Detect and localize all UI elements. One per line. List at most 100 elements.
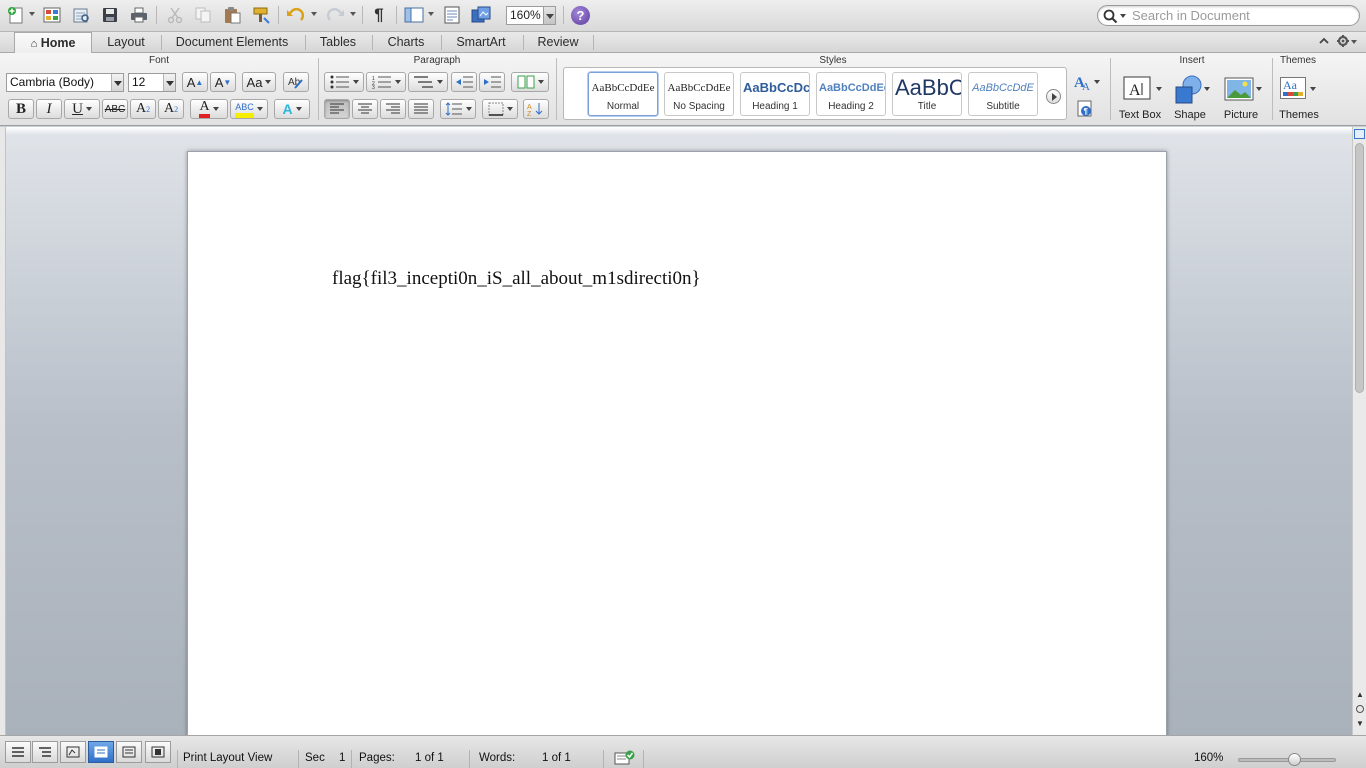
styles-pane-button[interactable]: ¶ [1074, 99, 1096, 119]
subscript-button[interactable]: A2 [158, 99, 184, 119]
decrease-indent-button[interactable] [451, 72, 477, 92]
words-value[interactable]: 1 of 1 [542, 752, 571, 764]
style-no-spacing[interactable]: AaBbCcDdEe No Spacing [664, 72, 734, 116]
styles-next-icon[interactable] [1046, 89, 1061, 104]
cut-icon[interactable] [164, 4, 186, 26]
proofing-icon[interactable] [614, 750, 636, 768]
tab-home[interactable]: ⌂ Home [14, 32, 92, 54]
templates-gallery-icon[interactable] [41, 4, 63, 26]
print-icon[interactable] [128, 4, 150, 26]
style-heading-2[interactable]: AaBbCcDdEe Heading 2 [816, 72, 886, 116]
line-spacing-button[interactable] [440, 99, 476, 119]
undo-dropdown-icon[interactable] [311, 12, 317, 16]
highlight-button[interactable]: ABC [230, 99, 268, 119]
shrink-font-button[interactable]: A ▼ [210, 72, 236, 92]
insert-text-box-button[interactable]: A Text Box [1114, 73, 1166, 123]
numbering-button[interactable]: 123 [366, 72, 406, 92]
search-input[interactable] [1132, 8, 1352, 23]
align-center-button[interactable] [352, 99, 378, 119]
format-painter-icon[interactable] [250, 4, 272, 26]
manage-styles-button[interactable]: AA [1072, 72, 1102, 92]
font-color-button[interactable]: A [190, 99, 228, 119]
publishing-view-button[interactable] [60, 741, 86, 763]
font-name-select[interactable]: Cambria (Body) [6, 73, 124, 92]
group-separator [318, 58, 319, 120]
borders-button[interactable] [482, 99, 518, 119]
sort-button[interactable]: AZ [523, 99, 549, 119]
bold-button[interactable]: B [8, 99, 34, 119]
new-document-icon[interactable] [5, 4, 27, 26]
style-subtitle[interactable]: AaBbCcDdE Subtitle [968, 72, 1038, 116]
style-normal[interactable]: AaBbCcDdEe Normal [588, 72, 658, 116]
save-icon[interactable] [99, 4, 121, 26]
bullets-dropdown-icon [352, 80, 359, 84]
view-dropdown-icon[interactable] [428, 12, 434, 16]
scrollbar-thumb[interactable] [1355, 143, 1364, 393]
zoom-select[interactable]: 160% [506, 6, 556, 25]
multilevel-list-button[interactable] [408, 72, 448, 92]
zoom-dropdown-icon[interactable] [543, 7, 555, 24]
media-browser-icon[interactable] [470, 4, 492, 26]
font-name-dropdown-icon[interactable] [111, 74, 123, 91]
style-title[interactable]: AaBbC Title [892, 72, 962, 116]
italic-button[interactable]: I [36, 99, 62, 119]
justify-button[interactable] [408, 99, 434, 119]
align-left-button[interactable] [324, 99, 350, 119]
outline-view-button[interactable] [32, 741, 58, 763]
undo-icon[interactable] [285, 4, 307, 26]
font-size-select[interactable]: 12 [128, 73, 176, 92]
underline-button[interactable]: U [64, 99, 100, 119]
view-sidebar-icon[interactable] [403, 4, 425, 26]
browse-object-icon[interactable] [1356, 705, 1364, 713]
insert-shape-button[interactable]: Shape [1166, 73, 1214, 123]
redo-dropdown-icon[interactable] [350, 12, 356, 16]
pilcrow-icon[interactable]: ¶ [368, 4, 390, 26]
tab-charts[interactable]: Charts [378, 32, 434, 53]
tab-review[interactable]: Review [529, 32, 587, 53]
themes-button[interactable]: Aa Themes [1274, 73, 1324, 123]
new-dropdown-icon[interactable] [29, 12, 35, 16]
help-icon[interactable]: ? [571, 6, 590, 25]
collapse-ribbon-icon[interactable] [1318, 34, 1330, 48]
open-icon[interactable] [70, 4, 92, 26]
columns-button[interactable] [511, 72, 549, 92]
bullets-button[interactable] [324, 72, 364, 92]
status-separator [469, 750, 470, 768]
notebook-view-button[interactable] [116, 741, 142, 763]
text-box-icon: A [1123, 76, 1162, 100]
ribbon-settings-icon[interactable] [1336, 34, 1358, 48]
increase-indent-button[interactable] [479, 72, 505, 92]
tab-layout[interactable]: Layout [97, 32, 155, 53]
document-page[interactable]: flag{fil3_incepti0n_iS_all_about_m1sdire… [187, 151, 1167, 751]
superscript-button[interactable]: A2 [130, 99, 156, 119]
tab-tables[interactable]: Tables [310, 32, 366, 53]
style-heading-1[interactable]: AaBbCcDc Heading 1 [740, 72, 810, 116]
next-page-icon[interactable]: ▼ [1355, 719, 1365, 729]
clear-formatting-button[interactable]: Ab [283, 72, 309, 92]
change-case-button[interactable]: Aa [242, 72, 276, 92]
ruler-toggle-icon[interactable] [1354, 129, 1365, 139]
font-size-dropdown-icon[interactable] [163, 74, 175, 91]
align-right-button[interactable] [380, 99, 406, 119]
previous-page-icon[interactable]: ▲ [1355, 690, 1365, 700]
paste-icon[interactable] [221, 4, 243, 26]
focus-view-button[interactable] [145, 741, 171, 763]
vertical-scrollbar[interactable]: ▲ ▼ [1352, 127, 1366, 735]
zoom-slider[interactable] [1238, 758, 1336, 762]
text-effects-button[interactable]: A [274, 99, 310, 119]
print-layout-view-button[interactable] [88, 741, 114, 763]
redo-icon[interactable] [324, 4, 346, 26]
svg-text:¶: ¶ [1084, 107, 1089, 116]
grow-font-button[interactable]: A ▲ [182, 72, 208, 92]
draft-view-button[interactable] [5, 741, 31, 763]
tab-smartart[interactable]: SmartArt [446, 32, 516, 53]
toolbox-icon[interactable] [441, 4, 463, 26]
tab-document-elements[interactable]: Document Elements [167, 32, 297, 53]
copy-icon[interactable] [192, 4, 214, 26]
search-icon[interactable] [1102, 8, 1128, 24]
search-field[interactable] [1097, 5, 1360, 26]
zoom-slider-knob[interactable] [1288, 753, 1301, 766]
strikethrough-button[interactable]: ABC [102, 99, 128, 119]
insert-picture-button[interactable]: Picture [1216, 73, 1266, 123]
document-text[interactable]: flag{fil3_incepti0n_iS_all_about_m1sdire… [332, 268, 701, 290]
